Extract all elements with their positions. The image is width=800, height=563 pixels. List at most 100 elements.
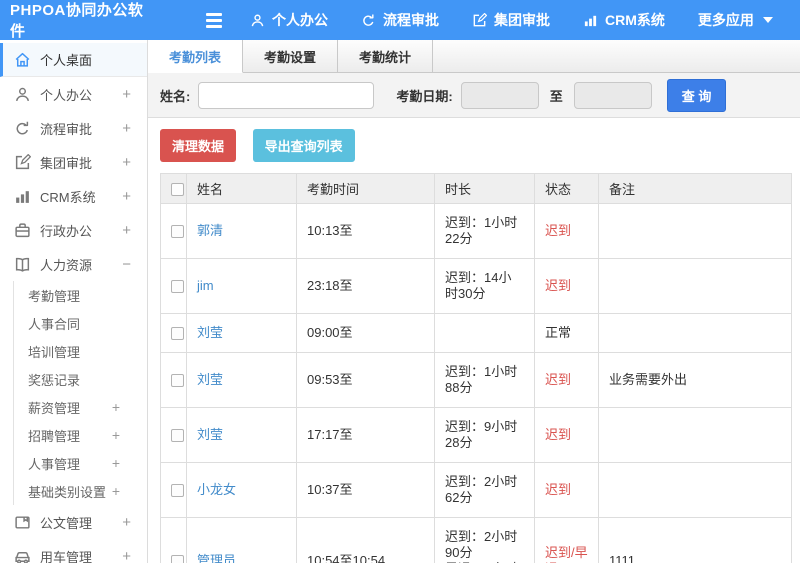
expand-icon[interactable]: +	[122, 222, 131, 239]
topnav-personal-office[interactable]: 个人办公	[250, 10, 328, 30]
employee-name-link[interactable]: 郭清	[197, 223, 223, 238]
sidebar-subitem-label: 基础类别设置	[28, 484, 107, 500]
column-header-status: 状态	[534, 173, 599, 204]
sidebar-subitem-label: 招聘管理	[28, 428, 81, 444]
employee-name-link[interactable]: 刘莹	[197, 427, 223, 442]
collapse-icon[interactable]: −	[122, 256, 131, 273]
topnav-group-approval[interactable]: 集团审批	[472, 10, 550, 30]
employee-name-link[interactable]: 刘莹	[197, 372, 223, 387]
date-from-input[interactable]	[460, 81, 539, 109]
date-to-input[interactable]	[573, 81, 652, 109]
topnav-label: 个人办公	[272, 12, 328, 28]
table-row: 管理员 10:54至10:54 迟到：2小时90分早退：7小时10分 迟到/早退…	[160, 517, 792, 563]
export-list-button[interactable]: 导出查询列表	[252, 129, 355, 162]
sidebar-subitem-training-management[interactable]: 培训管理	[14, 337, 147, 365]
bar-chart-icon	[14, 188, 31, 205]
sidebar-item-human-resources[interactable]: 人力资源 −	[0, 247, 147, 281]
tab-attendance-settings[interactable]: 考勤设置	[243, 40, 339, 72]
expand-icon[interactable]: +	[122, 154, 131, 171]
status-badge: 正常	[534, 313, 599, 353]
expand-icon[interactable]: +	[112, 427, 120, 443]
status-badge: 迟到	[534, 407, 599, 463]
home-icon	[14, 51, 31, 68]
sidebar-subitem-reward-punishment[interactable]: 奖惩记录	[14, 365, 147, 393]
user-icon	[14, 86, 31, 103]
duration-cell	[434, 313, 535, 353]
sidebar-item-label: 集团审批	[40, 155, 93, 171]
note-cell	[598, 203, 792, 259]
topnav-crm-system[interactable]: CRM系统	[583, 10, 665, 30]
table-row: 刘莹 09:00至 正常	[160, 313, 792, 353]
sidebar-subitem-recruit-management[interactable]: 招聘管理 +	[14, 421, 147, 449]
sidebar-subitem-salary-management[interactable]: 薪资管理 +	[14, 393, 147, 421]
select-all-checkbox[interactable]	[171, 183, 184, 197]
note-cell	[598, 462, 792, 518]
row-checkbox[interactable]	[171, 374, 184, 388]
sidebar-item-admin-office[interactable]: 行政办公 +	[0, 213, 147, 247]
name-filter-input[interactable]	[198, 81, 375, 109]
sidebar-subitem-label: 考勤管理	[28, 288, 81, 304]
employee-name-link[interactable]: jim	[197, 278, 214, 293]
hamburger-menu-icon[interactable]	[206, 12, 222, 28]
expand-icon[interactable]: +	[122, 120, 131, 137]
sidebar-item-label: 公文管理	[40, 515, 93, 531]
topnav-label: 流程审批	[383, 12, 439, 28]
expand-icon[interactable]: +	[122, 86, 131, 103]
row-checkbox[interactable]	[171, 555, 184, 563]
sidebar-item-personal-desktop[interactable]: 个人桌面	[0, 43, 147, 77]
employee-name-link[interactable]: 小龙女	[197, 482, 236, 497]
clean-data-button[interactable]: 清理数据	[160, 129, 237, 162]
row-checkbox[interactable]	[171, 327, 184, 341]
column-header-name: 姓名	[186, 173, 297, 204]
status-badge: 迟到	[534, 258, 599, 314]
row-checkbox[interactable]	[171, 429, 184, 443]
sidebar-subitem-hr-contract[interactable]: 人事合同	[14, 309, 147, 337]
topnav-workflow-approval[interactable]: 流程审批	[361, 10, 439, 30]
topnav-more-apps[interactable]: 更多应用	[698, 10, 773, 30]
expand-icon[interactable]: +	[122, 548, 131, 563]
sidebar-item-label: 用车管理	[40, 549, 93, 563]
search-button[interactable]: 查 询	[666, 78, 727, 112]
edit-icon	[472, 12, 487, 28]
table-row: 郭清 10:13至 迟到：1小时22分 迟到	[160, 203, 792, 259]
note-cell	[598, 407, 792, 463]
column-header-duration: 时长	[434, 173, 535, 204]
sidebar-item-document-management[interactable]: 公文管理 +	[0, 505, 147, 539]
tab-attendance-statistics[interactable]: 考勤统计	[338, 40, 434, 72]
sidebar-item-workflow-approval[interactable]: 流程审批 +	[0, 111, 147, 145]
sidebar: 个人桌面 个人办公 + 流程审批 + 集团审批 + CRM系统 + 行政办公 +…	[0, 40, 148, 563]
date-to-label: 至	[549, 88, 563, 104]
sidebar-item-group-approval[interactable]: 集团审批 +	[0, 145, 147, 179]
sidebar-item-label: CRM系统	[40, 189, 96, 205]
sidebar-item-vehicle-management[interactable]: 用车管理 +	[0, 539, 147, 563]
table-header-row: 姓名 考勤时间 时长 状态 备注	[160, 173, 792, 204]
attendance-time-cell: 10:13至	[296, 203, 435, 259]
tab-attendance-list[interactable]: 考勤列表	[148, 40, 244, 73]
employee-name-link[interactable]: 刘莹	[197, 325, 223, 340]
row-checkbox[interactable]	[171, 280, 184, 294]
sidebar-subitem-label: 薪资管理	[28, 400, 81, 416]
attendance-table-body: 郭清 10:13至 迟到：1小时22分 迟到 jim 23:18至 迟到：14小…	[160, 203, 792, 563]
sidebar-item-personal-office[interactable]: 个人办公 +	[0, 77, 147, 111]
expand-icon[interactable]: +	[112, 399, 120, 415]
employee-name-link[interactable]: 管理员	[197, 553, 236, 563]
expand-icon[interactable]: +	[122, 514, 131, 531]
sidebar-subitem-personnel-management[interactable]: 人事管理 +	[14, 449, 147, 477]
duration-cell: 迟到：14小时30分	[434, 258, 535, 314]
sidebar-item-crm-system[interactable]: CRM系统 +	[0, 179, 147, 213]
expand-icon[interactable]: +	[122, 188, 131, 205]
name-filter-label: 姓名:	[160, 88, 191, 104]
sidebar-subitem-attendance-management[interactable]: 考勤管理	[14, 281, 147, 309]
sidebar-subitem-label: 奖惩记录	[28, 372, 81, 388]
caret-down-icon	[762, 17, 773, 23]
row-checkbox[interactable]	[171, 225, 184, 239]
sidebar-subitem-base-category-settings[interactable]: 基础类别设置 +	[14, 477, 147, 505]
expand-icon[interactable]: +	[112, 483, 120, 499]
row-checkbox[interactable]	[171, 484, 184, 498]
column-header-time: 考勤时间	[296, 173, 435, 204]
date-filter-label: 考勤日期:	[396, 88, 453, 104]
table-row: 刘莹 09:53至 迟到：1小时88分 迟到 业务需要外出	[160, 352, 792, 408]
table-row: jim 23:18至 迟到：14小时30分 迟到	[160, 258, 792, 314]
expand-icon[interactable]: +	[112, 455, 120, 471]
user-icon	[250, 13, 265, 28]
